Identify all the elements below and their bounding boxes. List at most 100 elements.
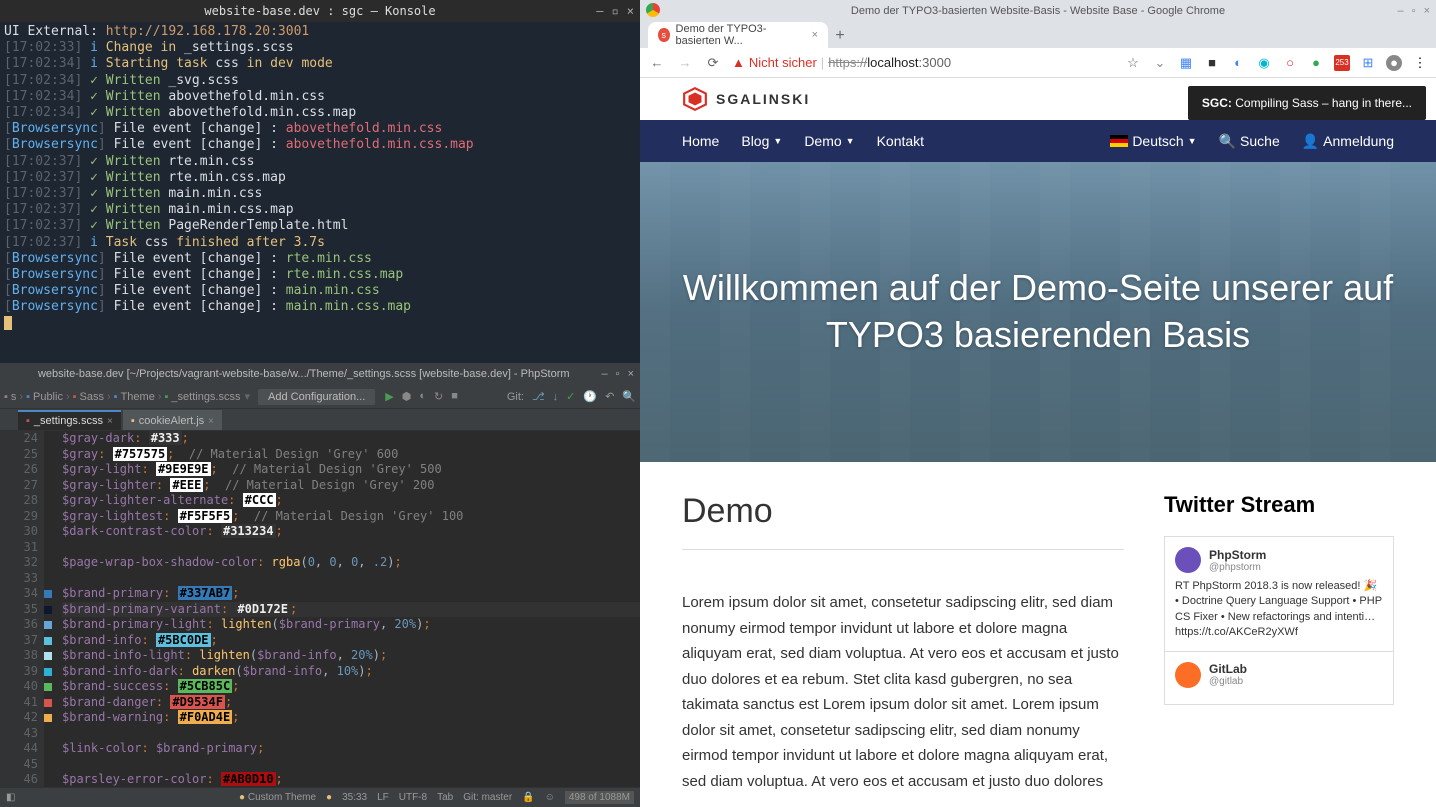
konsole-titlebar: website-base.dev : sgc — Konsole – ▫ ×: [0, 0, 640, 22]
inspect-icon[interactable]: ☺: [545, 792, 555, 803]
minimize-icon[interactable]: –: [1398, 0, 1404, 22]
debug-icon[interactable]: ⬢: [402, 390, 412, 403]
git-branch-icon[interactable]: ⎇: [532, 390, 545, 403]
maximize-icon[interactable]: ▫: [616, 363, 620, 385]
ext-icon[interactable]: ⊞: [1360, 55, 1376, 71]
chrome-tabstrip: s Demo der TYPO3-basierten W... × +: [640, 22, 1436, 48]
ext-icon[interactable]: ◐: [1230, 55, 1246, 71]
avatar: [1175, 662, 1201, 688]
login-button[interactable]: 👤 Anmeldung: [1302, 133, 1394, 150]
flag-de-icon: [1110, 135, 1128, 147]
logo[interactable]: SGALINSKI: [682, 86, 810, 112]
ext-icon[interactable]: ●: [1308, 55, 1324, 71]
bookmark-icon[interactable]: ☆: [1124, 55, 1142, 71]
viewport: SGC: Compiling Sass – hang in there... S…: [640, 78, 1436, 807]
phpstorm-title-text: website-base.dev [~/Projects/vagrant-web…: [6, 363, 602, 385]
close-icon[interactable]: ×: [1424, 0, 1430, 22]
memory-indicator[interactable]: 498 of 1088M: [565, 791, 634, 804]
git-branch[interactable]: Git: master: [463, 792, 512, 803]
theme-indicator[interactable]: ● Custom Theme: [239, 792, 316, 803]
breadcrumb[interactable]: ▪ s ›▪ Public ›▪ Sass ›▪ Theme ›▪ _setti…: [4, 391, 241, 403]
konsole-title-text: website-base.dev : sgc — Konsole: [204, 4, 435, 18]
run-icon[interactable]: ▶: [385, 390, 393, 403]
lock-icon[interactable]: 🔒: [522, 792, 534, 803]
security-warning[interactable]: ▲ Nicht sicher: [732, 55, 817, 70]
tweet-body: RT PhpStorm 2018.3 is now released! 🎉 • …: [1175, 579, 1383, 641]
new-tab-button[interactable]: +: [828, 24, 852, 48]
url-text: https://localhost:3000: [828, 55, 951, 70]
brand-text: SGALINSKI: [716, 91, 810, 107]
chevron-down-icon: ▼: [846, 136, 855, 146]
ext-icon[interactable]: ■: [1204, 55, 1220, 71]
ext-icon[interactable]: ▦: [1178, 55, 1194, 71]
ext-icon[interactable]: ⌄: [1152, 55, 1168, 71]
terminal-output[interactable]: UI External: http://192.168.178.20:3001 …: [0, 22, 640, 334]
profile-icon[interactable]: ↻: [434, 390, 443, 403]
nav-blog[interactable]: Blog ▼: [741, 133, 782, 149]
editor-tab[interactable]: ▪ cookieAlert.js ×: [123, 410, 222, 430]
nav-demo[interactable]: Demo ▼: [804, 133, 854, 149]
menu-icon[interactable]: ⋮: [1412, 55, 1428, 71]
tweet[interactable]: GitLab@gitlab: [1164, 651, 1394, 705]
main-column: Demo Lorem ipsum dolor sit amet, consete…: [682, 492, 1124, 794]
reload-button[interactable]: ⟳: [704, 55, 722, 71]
git-update-icon[interactable]: ↓: [553, 391, 559, 403]
ext-icon[interactable]: ○: [1282, 55, 1298, 71]
line-separator[interactable]: LF: [377, 792, 389, 803]
hero-heading: Willkommen auf der Demo-Seite unserer au…: [640, 265, 1436, 359]
browser-tab[interactable]: s Demo der TYPO3-basierten W... ×: [648, 22, 828, 48]
chrome-title-text: Demo der TYPO3-basierten Website-Basis -…: [851, 5, 1225, 17]
extensions: ⌄ ▦ ■ ◐ ◉ ○ ● 253 ⊞ ● ⋮: [1152, 55, 1428, 71]
code-editor[interactable]: 2425262728293031323334353637383940414243…: [0, 431, 640, 787]
git-controls: Git: ⎇ ↓ ✓ 🕐 ↶ 🔍: [507, 390, 636, 403]
gutter: 2425262728293031323334353637383940414243…: [0, 431, 44, 787]
editor-tabs: ▪ _settings.scss ×▪ cookieAlert.js ×: [0, 409, 640, 431]
maximize-icon[interactable]: ▫: [1412, 0, 1416, 22]
git-history-icon[interactable]: 🕐: [583, 390, 597, 403]
sidebar: Twitter Stream PhpStorm@phpstorm RT PhpS…: [1164, 492, 1394, 794]
event-log-icon[interactable]: ◧: [6, 792, 15, 803]
content: Demo Lorem ipsum dolor sit amet, consete…: [640, 462, 1436, 807]
add-configuration-button[interactable]: Add Configuration...: [258, 389, 375, 405]
coverage-icon[interactable]: ◐: [419, 390, 426, 403]
ext-icon[interactable]: 253: [1334, 55, 1350, 71]
nav-contact[interactable]: Kontakt: [877, 133, 924, 149]
close-icon[interactable]: ×: [627, 0, 634, 22]
code-area[interactable]: $gray-dark: #333;$gray: #757575; // Mate…: [44, 431, 640, 787]
close-icon[interactable]: ×: [628, 363, 634, 385]
phpstorm-toolbar: ▪ s ›▪ Public ›▪ Sass ›▪ Theme ›▪ _setti…: [0, 385, 640, 409]
url-field[interactable]: ▲ Nicht sicher | https://localhost:3000: [732, 55, 1114, 70]
page-heading: Demo: [682, 492, 1124, 550]
close-tab-icon[interactable]: ×: [812, 29, 818, 41]
minimize-icon[interactable]: –: [602, 363, 608, 385]
close-tab-icon[interactable]: ×: [208, 416, 214, 427]
tweet-author: GitLab: [1209, 662, 1247, 676]
tweet[interactable]: PhpStorm@phpstorm RT PhpStorm 2018.3 is …: [1164, 536, 1394, 651]
git-revert-icon[interactable]: ↶: [605, 390, 614, 403]
indent[interactable]: Tab: [437, 792, 453, 803]
editor-tab[interactable]: ▪ _settings.scss ×: [18, 410, 121, 430]
notification-icon[interactable]: ●: [326, 792, 332, 803]
search-icon[interactable]: 🔍: [622, 390, 636, 403]
ext-icon[interactable]: ◉: [1256, 55, 1272, 71]
twitter-heading: Twitter Stream: [1164, 492, 1394, 518]
stop-icon[interactable]: ■: [451, 390, 458, 403]
maximize-icon[interactable]: ▫: [612, 0, 619, 22]
cursor-position[interactable]: 35:33: [342, 792, 367, 803]
git-commit-icon[interactable]: ✓: [566, 390, 575, 403]
language-switcher[interactable]: Deutsch ▼: [1110, 133, 1196, 149]
avatar: [1175, 547, 1201, 573]
tab-title: Demo der TYPO3-basierten W...: [676, 23, 806, 47]
back-button[interactable]: ←: [648, 55, 666, 70]
search-button[interactable]: 🔍 Suche: [1219, 133, 1280, 150]
avatar-icon[interactable]: ●: [1386, 55, 1402, 71]
minimize-icon[interactable]: –: [596, 0, 603, 22]
encoding[interactable]: UTF-8: [399, 792, 427, 803]
breadcrumb-dropdown-icon[interactable]: ▾: [245, 390, 251, 403]
forward-button: →: [676, 55, 694, 70]
nav-home[interactable]: Home: [682, 133, 719, 149]
close-tab-icon[interactable]: ×: [107, 416, 113, 427]
tweet-handle: @phpstorm: [1209, 562, 1266, 573]
tweet-handle: @gitlab: [1209, 676, 1247, 687]
sgc-toast: SGC: Compiling Sass – hang in there...: [1188, 86, 1426, 120]
